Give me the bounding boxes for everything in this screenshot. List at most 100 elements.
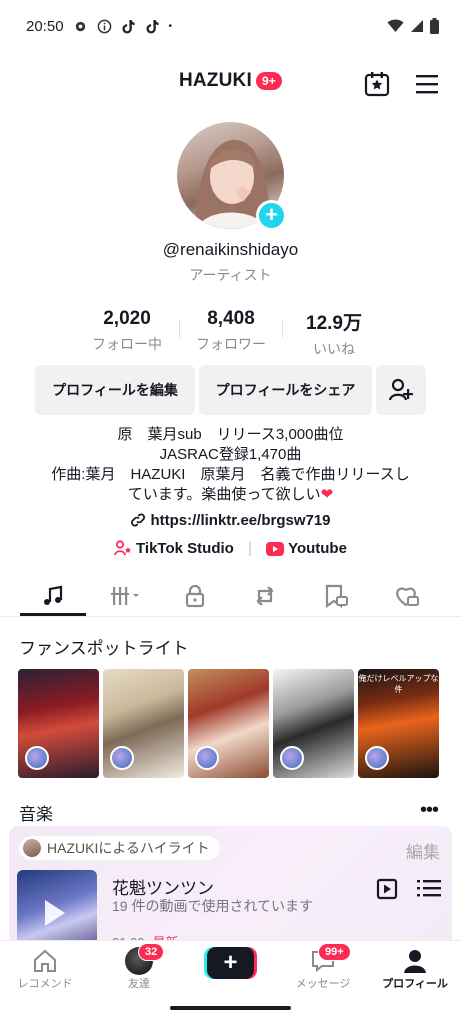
tiktok-notification-icon-2 (145, 19, 159, 34)
active-tab-indicator (20, 613, 86, 616)
more-options-button[interactable]: ••• (420, 800, 439, 820)
followers-label: フォロワー (196, 336, 266, 352)
inbox-badge: 99+ (318, 943, 351, 961)
repost-icon (256, 586, 274, 606)
calendar-star-icon[interactable] (363, 70, 391, 98)
bio-line-last: ています。楽曲使って欲しい❤ (0, 485, 461, 505)
home-indicator[interactable] (170, 1006, 291, 1010)
edit-profile-button[interactable]: プロフィールを編集 (35, 365, 195, 415)
highlight-pill: HAZUKIによるハイライト (19, 836, 220, 860)
external-links: TikTok Studio | Youtube (0, 540, 461, 557)
stat-divider (282, 320, 283, 338)
song-usage: 19 件の動画で使用されています (112, 898, 314, 914)
account-switcher[interactable]: HAZUKI 9+ (0, 70, 461, 92)
page-title: HAZUKI (178, 70, 252, 91)
youtube-link[interactable]: Youtube (262, 540, 347, 557)
bio-line: 作曲:葉月 HAZUKI 原葉月 名義で作曲リリースし (51, 466, 410, 483)
bookmark-lock-icon (325, 584, 348, 608)
thumb-avatar (25, 746, 49, 770)
bio-line: 原 葉月sub リリース3,000曲位 (117, 426, 344, 443)
add-friend-button[interactable] (376, 365, 426, 415)
likes-count: 12.9万 (306, 313, 362, 334)
info-icon (97, 19, 111, 33)
tab-private[interactable] (175, 581, 215, 611)
profile-icon (404, 950, 426, 973)
nav-home[interactable]: レコメンド (0, 947, 90, 991)
mini-avatar (23, 839, 41, 857)
account-category: アーティスト (189, 267, 272, 283)
tab-videos-dropdown[interactable] (106, 581, 146, 611)
add-avatar-button[interactable]: + (256, 200, 287, 231)
wifi-icon (387, 19, 404, 32)
tab-favorites[interactable] (316, 581, 356, 611)
studio-person-star-icon (114, 540, 132, 556)
thumb-avatar (110, 746, 134, 770)
spotlight-thumb[interactable] (273, 669, 354, 778)
notification-badge: 9+ (255, 72, 283, 90)
content-tabs (0, 575, 461, 617)
tab-reposts[interactable] (245, 581, 285, 611)
nav-profile-label: プロフィール (382, 978, 448, 990)
stat-divider (179, 320, 180, 338)
nav-friends[interactable]: 友達 32 (94, 943, 184, 991)
spotlight-thumb[interactable] (18, 669, 99, 778)
lock-icon (185, 584, 205, 608)
likes-label: いいね (313, 341, 355, 357)
bottom-nav: レコメンド 友達 32 + メッセージ 99+ プロフィール (0, 940, 461, 996)
status-time: 20:50 (26, 17, 64, 35)
heart-emoji: ❤ (320, 486, 334, 503)
youtube-icon (266, 542, 285, 556)
grid-bars-icon (111, 587, 139, 605)
youtube-label: Youtube (288, 540, 347, 557)
link-text: https://linktr.ee/brgsw719 (150, 512, 331, 529)
link-separator: | (247, 540, 252, 557)
friends-badge: 32 (138, 943, 165, 961)
nav-profile[interactable]: プロフィール (370, 947, 460, 991)
nav-friends-label: 友達 (128, 978, 150, 990)
spotlight-title: ファンスポットライト (19, 639, 189, 658)
likes-stat[interactable]: 12.9万 いいね (284, 308, 384, 359)
followers-count: 8,408 (207, 308, 255, 329)
gear-icon (75, 21, 85, 31)
bio-line: ています。楽曲使って欲しい (127, 486, 321, 503)
signal-icon (411, 20, 423, 32)
following-stat[interactable]: 2,020 フォロー中 (77, 308, 177, 354)
profile-link[interactable]: https://linktr.ee/brgsw719 (0, 512, 461, 529)
music-section-title: 音楽 (19, 805, 53, 824)
bio: 原 葉月sub リリース3,000曲位 JASRAC登録1,470曲 作曲:葉月… (0, 425, 461, 505)
create-button[interactable]: + (207, 947, 254, 979)
heart-lock-icon (396, 587, 419, 607)
link-icon (131, 513, 146, 527)
status-dot: • (168, 20, 173, 32)
menu-icon[interactable] (414, 72, 440, 96)
thumb-caption: 俺だけレベルアップな件 (358, 674, 439, 694)
spotlight-thumb[interactable] (188, 669, 269, 778)
nav-inbox-label: メッセージ (295, 978, 351, 990)
following-count: 2,020 (103, 308, 151, 329)
edit-highlight-button[interactable]: 編集 (406, 838, 440, 863)
add-person-icon (388, 378, 413, 401)
top-nav: HAZUKI 9+ (0, 60, 461, 108)
tab-liked[interactable] (387, 581, 427, 611)
spotlight-thumb[interactable]: 俺だけレベルアップな件 (358, 669, 439, 778)
bio-line: JASRAC登録1,470曲 (159, 446, 302, 463)
tiktok-studio-link[interactable]: TikTok Studio (114, 540, 238, 557)
username: @renaikinshidayo (162, 240, 299, 259)
music-note-icon (44, 585, 63, 605)
tab-music[interactable] (33, 581, 73, 611)
nav-home-label: レコメンド (17, 978, 73, 990)
followers-stat[interactable]: 8,408 フォロワー (181, 308, 281, 354)
home-icon (34, 949, 56, 972)
tiktok-notification-icon (121, 19, 135, 34)
profile-stats: 2,020 フォロー中 8,408 フォロワー 12.9万 いいね (0, 308, 461, 357)
play-icon (45, 900, 65, 926)
spotlight-thumb[interactable] (103, 669, 184, 778)
thumb-avatar (365, 746, 389, 770)
thumb-avatar (195, 746, 219, 770)
nav-inbox[interactable]: メッセージ 99+ (278, 943, 368, 991)
list-icon[interactable] (417, 878, 441, 898)
status-bar: 20:50 • (0, 0, 461, 52)
studio-label: TikTok Studio (136, 540, 234, 557)
share-profile-button[interactable]: プロフィールをシェア (199, 365, 372, 415)
play-square-icon[interactable] (376, 878, 398, 900)
